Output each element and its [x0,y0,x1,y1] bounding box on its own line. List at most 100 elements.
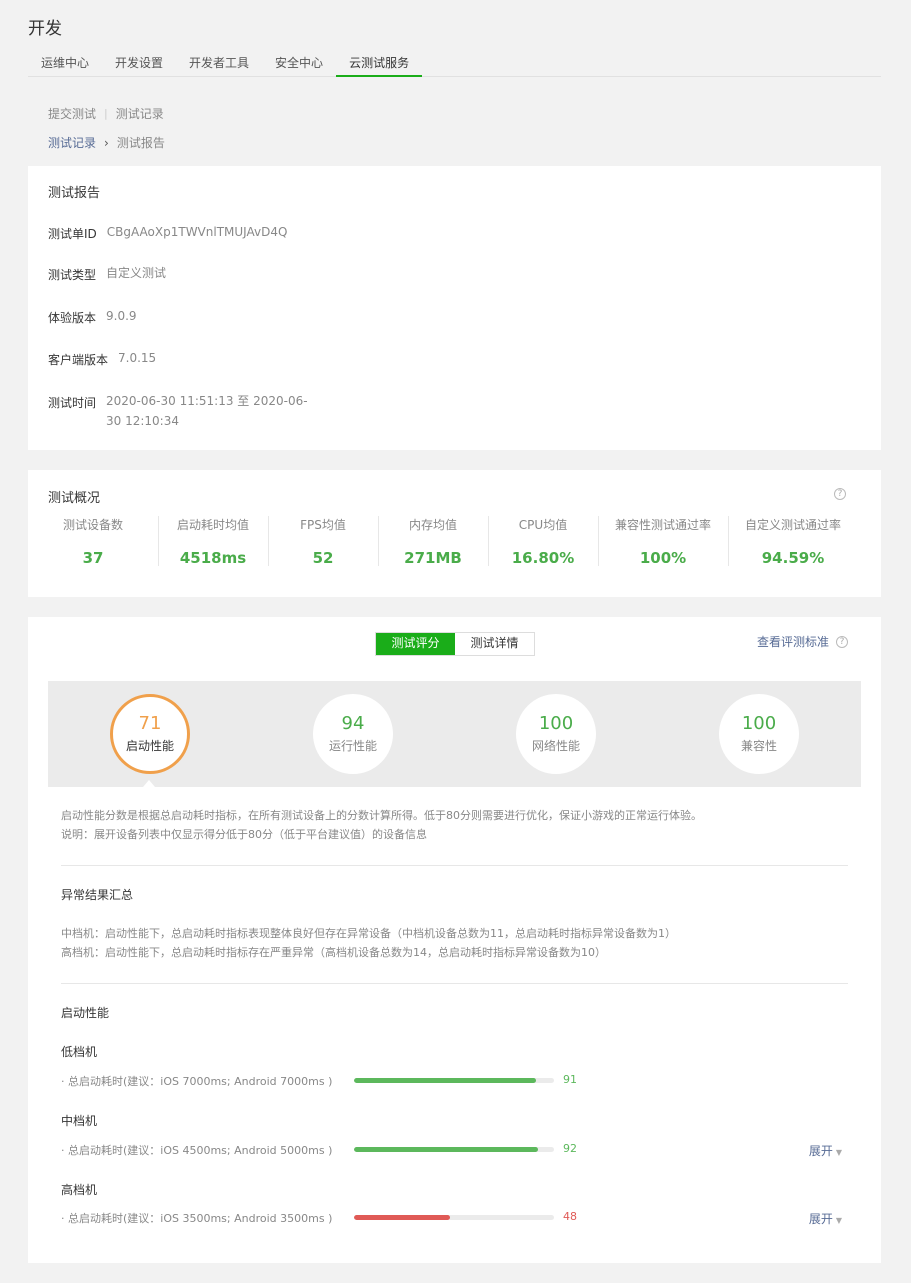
score-circle-compat[interactable]: 100 兼容性 [719,694,799,774]
anomaly-line: 中档机：启动性能下，总启动耗时指标表现整体良好但存在异常设备（中档机设备总数为1… [61,927,676,940]
metric-label: · 总启动耗时(建议：iOS 3500ms; Android 3500ms ) [61,1212,333,1225]
breadcrumb-parent-link[interactable]: 测试记录 [48,134,96,151]
bar-track [354,1215,554,1220]
score-number: 94 [341,713,365,734]
anomaly-title: 异常结果汇总 [61,888,134,902]
stat-value: 4518ms [179,549,247,567]
chevron-down-icon: ▼ [835,1148,842,1157]
bar-fill [354,1147,538,1152]
help-icon[interactable]: ? [834,488,846,500]
stat-label: 自定义测试通过率 [744,518,841,532]
field-label: 体验版本 [48,311,97,325]
field-client-version: 客户端版本 7.0.15 [48,351,328,368]
sub-nav: 提交测试 | 测试记录 [48,105,164,122]
divider [61,983,848,984]
stat-value: 52 [312,549,334,567]
breadcrumb-arrow-icon: › [104,135,109,150]
metric-row-low: · 总启动耗时(建议：iOS 7000ms; Android 7000ms ) … [61,1073,848,1089]
field-test-time: 测试时间 2020-06-30 11:51:13 至 2020-06-30 12… [48,394,311,431]
stat-fps: FPS均值 52 [268,514,378,570]
stat-memory: 内存均值 271MB [378,514,488,570]
bar-value: 91 [563,1073,577,1086]
field-label: 测试单ID [48,227,97,241]
stat-compat-pass-rate: 兼容性测试通过率 100% [598,514,728,570]
top-tabs: 运维中心 开发设置 开发者工具 安全中心 云测试服务 [28,48,881,77]
field-value: 9.0.9 [106,309,137,323]
tab-dev-tools[interactable]: 开发者工具 [176,48,262,77]
stat-label: 内存均值 [408,518,457,532]
page-title: 开发 [28,19,62,39]
tab-cloud-test[interactable]: 云测试服务 [336,48,423,77]
bar-track [354,1078,554,1083]
stat-label: 启动耗时均值 [176,518,249,532]
chevron-down-icon: ▼ [835,1216,842,1225]
stat-startup-time: 启动耗时均值 4518ms [158,514,268,570]
selection-pointer [143,780,155,787]
metric-label: · 总启动耗时(建议：iOS 4500ms; Android 5000ms ) [61,1144,333,1157]
stat-label: CPU均值 [518,518,568,532]
field-value: 自定义测试 [106,266,167,280]
stat-custom-pass-rate: 自定义测试通过率 94.59% [728,514,858,570]
expand-label: 展开 [808,1212,833,1226]
field-label: 客户端版本 [48,353,109,367]
perf-title: 启动性能 [61,1006,110,1020]
tab-test-detail[interactable]: 测试详情 [455,633,534,655]
metric-row-mid: · 总启动耗时(建议：iOS 4500ms; Android 5000ms ) … [61,1142,848,1158]
score-label: 运行性能 [328,739,377,753]
bar-track [354,1147,554,1152]
stat-value: 271MB [404,549,462,567]
sub-nav-test-records[interactable]: 测试记录 [116,105,164,122]
overview-title: 测试概况 [48,491,101,506]
report-card: 测试报告 测试单ID CBgAAoXp1TWVnlTMUJAvD4Q 测试类型 … [28,166,881,450]
tab-dev-settings[interactable]: 开发设置 [102,48,176,77]
bar-fill [354,1215,450,1220]
stat-label: FPS均值 [300,518,346,532]
stat-label: 兼容性测试通过率 [614,518,711,532]
help-icon[interactable]: ? [836,636,848,648]
expand-button[interactable]: 展开 ▼ [809,1210,842,1227]
overview-card: 测试概况 ? 测试设备数 37 启动耗时均值 4518ms FPS均值 52 内… [28,470,881,597]
score-circle-startup[interactable]: 71 启动性能 [110,694,190,774]
criteria-link[interactable]: 查看评测标准 [757,633,829,650]
stat-device-count: 测试设备数 37 [28,514,158,570]
desc-line: 说明：展开设备列表中仅显示得分低于80分（低于平台建议值）的设备信息 [61,828,427,841]
score-number: 100 [538,713,574,734]
divider [61,865,848,866]
stat-cpu: CPU均值 16.80% [488,514,598,570]
bar-value: 92 [563,1142,577,1155]
score-description: 启动性能分数是根据总启动耗时指标，在所有测试设备上的分数计算所得。低于80分则需… [61,806,702,844]
score-panel: 71 启动性能 94 运行性能 100 网络性能 100 兼容性 [48,681,861,787]
stat-value: 100% [639,549,687,567]
field-label: 测试时间 [48,396,97,410]
score-card: 测试评分 测试详情 查看评测标准 ? 71 启动性能 94 运行性能 100 网… [28,617,881,1263]
stats-row: 测试设备数 37 启动耗时均值 4518ms FPS均值 52 内存均值 271… [28,514,881,570]
metric-row-high: · 总启动耗时(建议：iOS 3500ms; Android 3500ms ) … [61,1210,848,1226]
tab-security-center[interactable]: 安全中心 [262,48,336,77]
tier-title-low: 低档机 [61,1045,98,1059]
bar-value: 48 [563,1210,577,1223]
score-label: 兼容性 [740,739,777,753]
expand-button[interactable]: 展开 ▼ [809,1142,842,1159]
stat-value: 16.80% [511,549,575,567]
score-number: 71 [138,713,162,734]
field-test-type: 测试类型 自定义测试 [48,266,316,283]
sub-nav-submit-test[interactable]: 提交测试 [48,105,96,122]
tab-ops-center[interactable]: 运维中心 [28,48,102,77]
score-tabs: 测试评分 测试详情 [375,632,535,656]
tier-title-high: 高档机 [61,1183,98,1197]
score-label: 网络性能 [531,739,580,753]
tab-test-score[interactable]: 测试评分 [376,633,455,655]
score-label: 启动性能 [125,739,174,753]
breadcrumb-current: 测试报告 [116,136,165,150]
desc-line: 启动性能分数是根据总启动耗时指标，在所有测试设备上的分数计算所得。低于80分则需… [61,809,702,822]
field-test-id: 测试单ID CBgAAoXp1TWVnlTMUJAvD4Q [48,225,317,242]
stat-label: 测试设备数 [62,518,123,532]
field-label: 测试类型 [48,268,97,282]
stat-value: 94.59% [761,549,825,567]
field-value: 2020-06-30 11:51:13 至 2020-06-30 12:10:3… [106,394,308,428]
field-value: 7.0.15 [118,351,157,365]
score-circle-runtime[interactable]: 94 运行性能 [313,694,393,774]
score-circle-network[interactable]: 100 网络性能 [516,694,596,774]
field-value: CBgAAoXp1TWVnlTMUJAvD4Q [106,225,288,239]
sub-nav-separator: | [104,107,108,120]
